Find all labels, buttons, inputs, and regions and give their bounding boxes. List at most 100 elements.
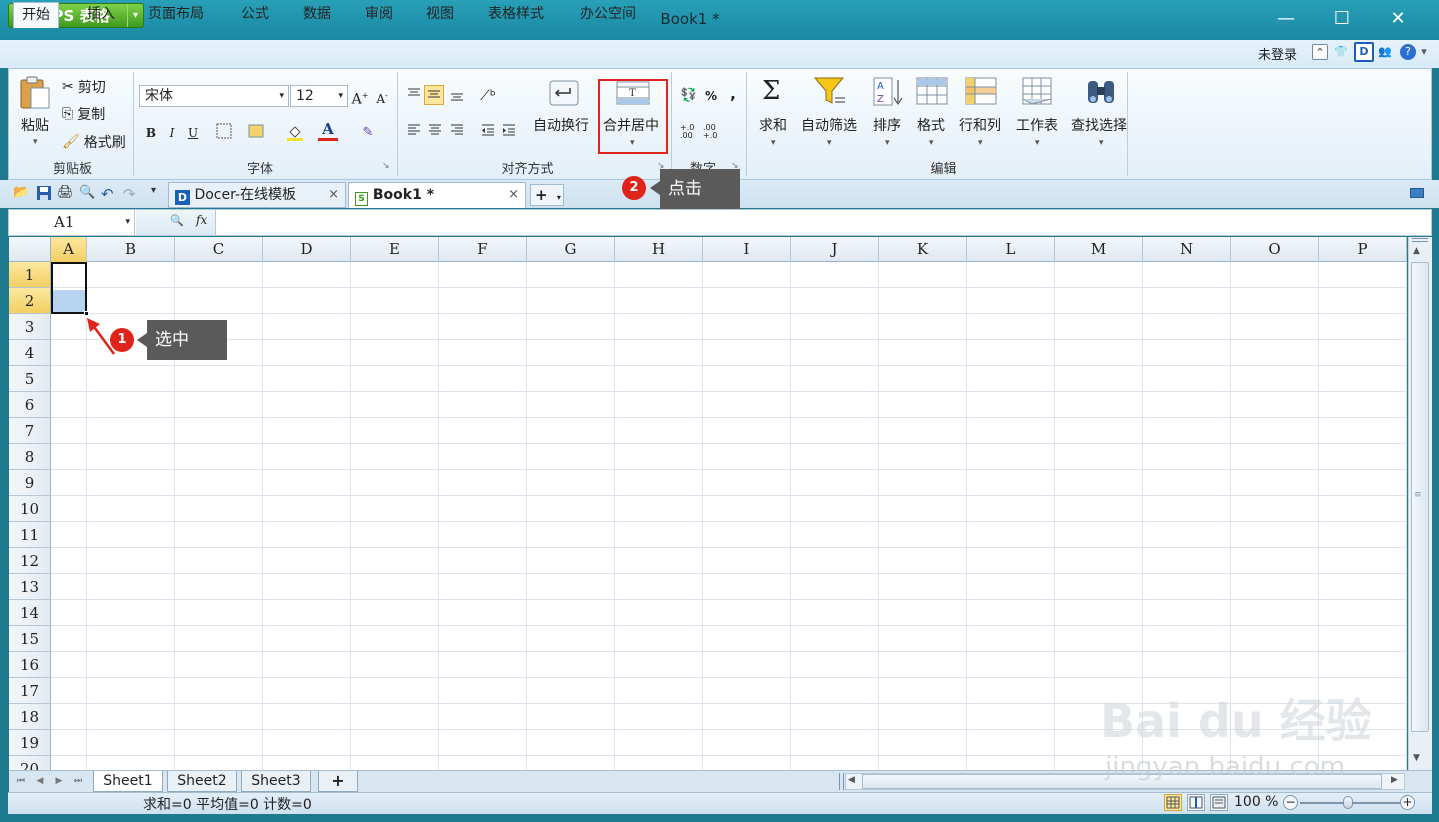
- row-header[interactable]: 16: [9, 652, 51, 678]
- align-top-button[interactable]: [404, 86, 424, 106]
- column-header[interactable]: D: [263, 237, 351, 262]
- sort-button[interactable]: 排序: [873, 115, 901, 135]
- grow-font-button[interactable]: A+: [350, 86, 370, 108]
- column-header[interactable]: J: [791, 237, 879, 262]
- chevron-down-icon[interactable]: ▾: [279, 86, 284, 106]
- tab-insert[interactable]: 插入: [79, 2, 123, 28]
- print-icon[interactable]: 🖨: [57, 185, 74, 201]
- row-header[interactable]: 10: [9, 496, 51, 522]
- column-header[interactable]: L: [967, 237, 1055, 262]
- insert-function-button[interactable]: fx: [196, 213, 207, 227]
- new-tab-button[interactable]: + ▾: [530, 184, 564, 206]
- sort-icon[interactable]: AZ: [873, 77, 903, 111]
- tab-view[interactable]: 视图: [418, 2, 462, 28]
- chevron-down-icon[interactable]: ▾: [1099, 138, 1104, 148]
- row-header[interactable]: 2: [9, 288, 51, 314]
- underline-button[interactable]: U: [183, 123, 203, 143]
- chevron-down-icon[interactable]: ▾: [1035, 138, 1040, 148]
- collapse-ribbon-icon[interactable]: ⌃: [1312, 44, 1328, 60]
- row-header[interactable]: 9: [9, 470, 51, 496]
- tab-home[interactable]: 开始: [13, 2, 59, 28]
- restore-ribbon-icon[interactable]: [1410, 188, 1424, 198]
- row-header[interactable]: 20: [9, 756, 51, 770]
- chevron-down-icon[interactable]: ▾: [1416, 44, 1432, 60]
- find-select-button[interactable]: 查找选择: [1071, 115, 1127, 135]
- column-header[interactable]: C: [175, 237, 263, 262]
- row-col-icon[interactable]: [965, 77, 997, 111]
- selection-rectangle[interactable]: [51, 262, 87, 314]
- row-header[interactable]: 12: [9, 548, 51, 574]
- align-bottom-button[interactable]: [447, 86, 467, 106]
- font-color-button[interactable]: A: [318, 121, 338, 141]
- first-sheet-icon[interactable]: ⏮: [14, 773, 28, 789]
- close-button[interactable]: ✕: [1380, 6, 1416, 32]
- row-header[interactable]: 8: [9, 444, 51, 470]
- increase-decimal-button[interactable]: +.0 .00: [680, 124, 698, 140]
- row-header[interactable]: 13: [9, 574, 51, 600]
- font-size-combo[interactable]: 12 ▾: [290, 85, 348, 107]
- formula-input[interactable]: [218, 211, 1428, 234]
- chevron-down-icon[interactable]: ▾: [885, 138, 890, 148]
- tab-review[interactable]: 审阅: [357, 2, 401, 28]
- maximize-button[interactable]: ☐: [1324, 6, 1360, 32]
- doc-tab-book1[interactable]: S Book1 * ×: [348, 182, 526, 208]
- zoom-in-button[interactable]: +: [1400, 795, 1415, 810]
- sheet-tab-sheet2[interactable]: Sheet2: [167, 771, 237, 792]
- filter-icon[interactable]: [813, 76, 847, 110]
- tab-table-style[interactable]: 表格样式: [480, 2, 552, 28]
- align-middle-button[interactable]: [424, 85, 444, 105]
- chevron-down-icon[interactable]: ▾: [338, 86, 343, 106]
- clear-format-button[interactable]: ✎: [358, 123, 378, 143]
- split-handle[interactable]: [1412, 238, 1428, 242]
- last-sheet-icon[interactable]: ⏭: [71, 773, 85, 789]
- login-status[interactable]: 未登录: [1258, 44, 1297, 63]
- wrap-text-icon[interactable]: [549, 80, 579, 112]
- format-painter-button[interactable]: 🖌 格式刷: [62, 132, 126, 152]
- copy-button[interactable]: ⎘ 复制: [62, 104, 105, 124]
- column-header[interactable]: K: [879, 237, 967, 262]
- align-right-button[interactable]: [447, 122, 467, 142]
- next-sheet-icon[interactable]: ▶: [52, 773, 66, 789]
- increase-indent-button[interactable]: [499, 122, 519, 142]
- scroll-down-icon[interactable]: ▼: [1413, 753, 1420, 763]
- zoom-icon[interactable]: 🔍: [170, 214, 184, 227]
- column-header[interactable]: P: [1319, 237, 1407, 262]
- row-header[interactable]: 7: [9, 418, 51, 444]
- binoculars-icon[interactable]: [1085, 77, 1117, 111]
- format-icon[interactable]: [916, 77, 948, 111]
- row-header[interactable]: 18: [9, 704, 51, 730]
- align-left-button[interactable]: [404, 122, 424, 142]
- column-header[interactable]: M: [1055, 237, 1143, 262]
- scroll-right-icon[interactable]: ▶: [1391, 775, 1398, 785]
- worksheet-button[interactable]: 工作表: [1016, 115, 1058, 135]
- column-header[interactable]: A: [51, 237, 87, 262]
- decrease-decimal-button[interactable]: .00 +.0: [703, 124, 721, 140]
- tab-page-layout[interactable]: 页面布局: [140, 2, 212, 28]
- chevron-down-icon[interactable]: ▾: [33, 137, 38, 147]
- page-layout-view-button[interactable]: [1210, 794, 1228, 811]
- font-name-combo[interactable]: 宋体 ▾: [139, 85, 289, 107]
- scroll-left-icon[interactable]: ◀: [848, 775, 855, 785]
- scroll-up-icon[interactable]: ▲: [1413, 246, 1420, 256]
- currency-format-button[interactable]: 💱: [679, 86, 699, 106]
- normal-view-button[interactable]: [1164, 794, 1182, 811]
- fill-handle[interactable]: [84, 311, 89, 316]
- chevron-down-icon[interactable]: ▾: [771, 138, 776, 148]
- sum-button[interactable]: 求和: [759, 115, 787, 135]
- chevron-down-icon[interactable]: ▾: [978, 138, 983, 148]
- column-header[interactable]: E: [351, 237, 439, 262]
- paste-button[interactable]: [18, 76, 52, 114]
- docer-icon[interactable]: D: [1354, 42, 1374, 62]
- border-button[interactable]: [214, 123, 234, 143]
- tab-data[interactable]: 数据: [295, 2, 339, 28]
- percent-button[interactable]: %: [701, 86, 721, 106]
- column-header[interactable]: N: [1143, 237, 1231, 262]
- comma-style-button[interactable]: ,: [723, 84, 743, 104]
- row-header[interactable]: 19: [9, 730, 51, 756]
- close-icon[interactable]: ×: [328, 183, 339, 207]
- row-header[interactable]: 11: [9, 522, 51, 548]
- open-folder-icon[interactable]: 📂: [13, 185, 29, 201]
- sum-icon[interactable]: Σ: [762, 76, 780, 106]
- select-all-corner[interactable]: [9, 237, 51, 262]
- wrap-text-button[interactable]: 自动换行: [533, 115, 589, 135]
